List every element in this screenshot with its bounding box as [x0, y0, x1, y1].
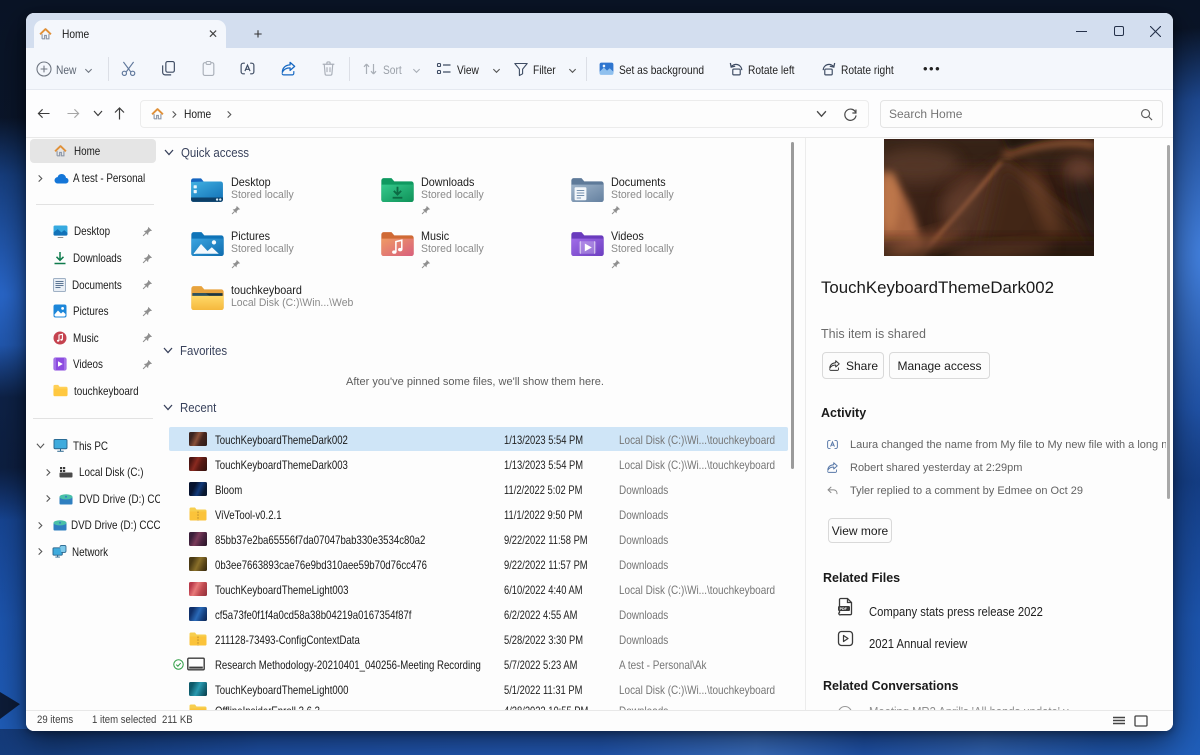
svg-text:PDF: PDF	[840, 607, 848, 611]
